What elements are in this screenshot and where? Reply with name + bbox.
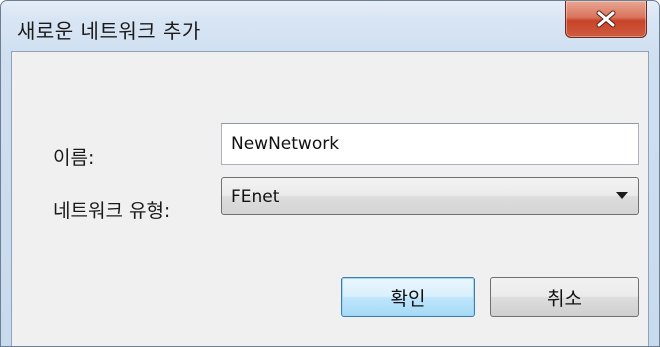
dialog-content: 이름: 네트워크 유형: FEnet 확인 취소 [11,51,649,346]
network-type-value: FEnet [231,187,280,207]
dialog-window: 새로운 네트워크 추가 이름: 네트워크 유형: FEnet 확인 취소 [0,0,660,347]
title-bar[interactable]: 새로운 네트워크 추가 [1,1,659,51]
close-button[interactable] [565,1,647,38]
name-input[interactable] [221,123,639,165]
network-type-select[interactable]: FEnet [221,177,639,215]
ok-button[interactable]: 확인 [341,277,475,317]
chevron-down-icon[interactable] [616,192,628,199]
close-icon [566,1,646,37]
name-label: 이름: [53,147,95,169]
window-title: 새로운 네트워크 추가 [17,19,201,43]
network-type-label: 네트워크 유형: [53,200,171,222]
cancel-button[interactable]: 취소 [490,277,639,317]
